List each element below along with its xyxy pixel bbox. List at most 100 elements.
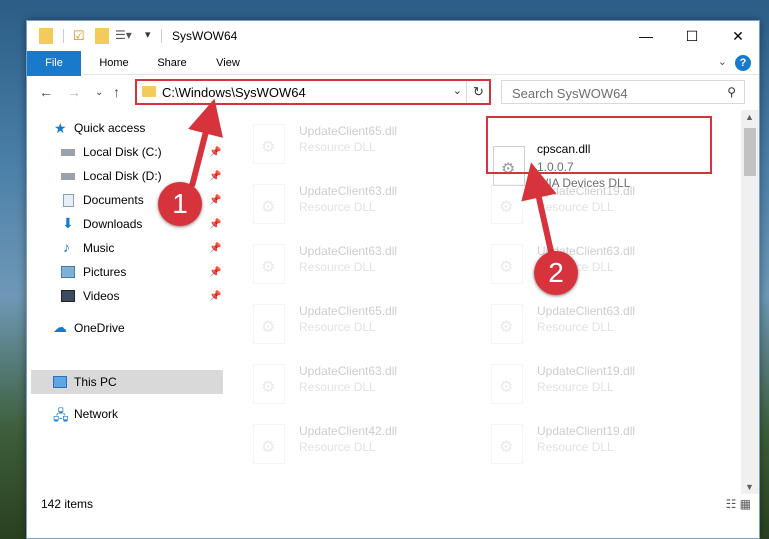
file-item[interactable]: UpdateClient63.dll Resource DLL	[461, 296, 691, 352]
customize-icon[interactable]: ☰▾	[115, 28, 132, 44]
separator	[161, 29, 162, 43]
file-name: UpdateClient63.dll	[299, 184, 398, 198]
sidebar-item-label: OneDrive	[74, 321, 125, 335]
file-item[interactable]: UpdateClient19.dll Resource DLL	[461, 176, 691, 232]
sidebar-item-this-pc[interactable]: This PC	[31, 370, 223, 394]
navigation-pane: ★ Quick access Local Disk (C:) 📌 Local D…	[27, 110, 223, 510]
file-description: Resource DLL	[299, 140, 376, 154]
file-highlight-box	[486, 116, 712, 174]
maximize-button[interactable]: ☐	[669, 21, 715, 51]
search-icon[interactable]: ⚲	[727, 85, 736, 99]
file-description: Resource DLL	[537, 320, 614, 334]
file-item[interactable]: UpdateClient65.dll Resource DLL	[223, 296, 453, 352]
address-highlight-box	[135, 79, 491, 105]
status-bar: 142 items ☷ ▦	[27, 494, 759, 538]
separator	[63, 29, 64, 43]
file-name: UpdateClient19.dll	[537, 424, 636, 438]
sidebar-item-music[interactable]: ♪ Music 📌	[27, 236, 223, 260]
search-box[interactable]: Search SysWOW64 ⚲	[501, 80, 745, 104]
tab-share[interactable]: Share	[149, 51, 195, 75]
sidebar-item-label: This PC	[74, 375, 117, 389]
drive-icon	[61, 149, 75, 156]
sidebar-item-onedrive[interactable]: ☁ OneDrive	[27, 316, 223, 340]
dll-file-icon	[491, 364, 523, 404]
pin-icon[interactable]: 📌	[209, 267, 221, 278]
sidebar-item-label: Downloads	[83, 217, 143, 231]
sidebar-item-videos[interactable]: Videos 📌	[27, 284, 223, 308]
star-icon: ★	[54, 120, 67, 136]
sidebar-item-label: Videos	[83, 289, 120, 303]
file-description: Resource DLL	[299, 380, 376, 394]
document-icon	[63, 194, 74, 207]
item-count: 142 items	[41, 497, 94, 511]
network-icon: 🖧	[53, 407, 69, 423]
dll-file-icon	[491, 244, 523, 284]
step-marker-2: 2	[534, 251, 578, 295]
file-description: Resource DLL	[537, 200, 614, 214]
sidebar-item-local-disk-d[interactable]: Local Disk (D:) 📌	[27, 164, 223, 188]
forward-arrow-icon[interactable]: →	[67, 84, 81, 100]
drive-icon	[61, 173, 75, 180]
view-mode-icons[interactable]: ☷ ▦	[726, 497, 751, 511]
recent-locations-icon[interactable]: ⌄	[95, 87, 103, 98]
search-input[interactable]: Search SysWOW64	[512, 86, 628, 101]
sidebar-item-local-disk-c[interactable]: Local Disk (C:) 📌	[27, 140, 223, 164]
scroll-down-icon[interactable]: ▼	[745, 482, 754, 492]
properties-icon[interactable]: ☑	[73, 28, 85, 44]
sidebar-item-label: Network	[74, 407, 119, 421]
file-name: UpdateClient63.dll	[299, 244, 398, 258]
pin-icon[interactable]: 📌	[209, 243, 221, 254]
title-bar: ☑ ☰▾ ▾ SysWOW64 — ☐ ✕	[27, 21, 759, 51]
scroll-up-icon[interactable]: ▲	[745, 112, 754, 122]
sidebar-item-label: Local Disk (C:)	[83, 145, 162, 159]
file-description: Resource DLL	[299, 440, 376, 454]
minimize-button[interactable]: —	[623, 21, 669, 51]
picture-icon	[61, 266, 75, 278]
pin-icon[interactable]: 📌	[209, 147, 221, 158]
sidebar-item-label: Quick access	[74, 121, 146, 135]
file-description: Resource DLL	[299, 320, 376, 334]
computer-icon	[53, 376, 67, 388]
dll-file-icon	[491, 304, 523, 344]
dll-file-icon	[253, 364, 285, 404]
file-name: UpdateClient63.dll	[299, 364, 398, 378]
scrollbar-thumb[interactable]	[744, 128, 756, 176]
dropdown-icon[interactable]: ▾	[145, 28, 151, 44]
sidebar-item-pictures[interactable]: Pictures 📌	[27, 260, 223, 284]
file-name: UpdateClient42.dll	[299, 424, 398, 438]
tab-view[interactable]: View	[205, 51, 251, 75]
dll-file-icon	[491, 424, 523, 464]
sidebar-item-label: Documents	[83, 193, 144, 207]
file-item[interactable]: UpdateClient63.dll Resource DLL	[223, 356, 453, 412]
new-folder-icon[interactable]	[95, 28, 109, 44]
chevron-down-icon[interactable]: ⌄	[718, 55, 727, 68]
up-arrow-icon[interactable]: ↑	[113, 84, 120, 100]
sidebar-item-network[interactable]: 🖧 Network	[27, 402, 223, 426]
window-title: SysWOW64	[172, 29, 238, 43]
file-item[interactable]: UpdateClient65.dll Resource DLL	[223, 116, 453, 172]
file-item[interactable]: UpdateClient63.dll Resource DLL	[223, 176, 453, 232]
pin-icon[interactable]: 📌	[209, 171, 221, 182]
music-icon: ♪	[63, 239, 70, 255]
file-item[interactable]: UpdateClient19.dll Resource DLL	[461, 356, 691, 412]
sidebar-item-quick-access[interactable]: ★ Quick access	[27, 116, 223, 140]
file-item[interactable]: UpdateClient42.dll Resource DLL	[223, 416, 453, 472]
ribbon: File Home Share View ⌄ ?	[27, 51, 759, 107]
pin-icon[interactable]: 📌	[209, 291, 221, 302]
folder-icon	[39, 28, 53, 44]
file-item[interactable]: UpdateClient63.dll Resource DLL	[223, 236, 453, 292]
back-arrow-icon[interactable]: ←	[39, 84, 53, 100]
sidebar-item-label: Local Disk (D:)	[83, 169, 162, 183]
vertical-scrollbar[interactable]: ▲ ▼	[741, 110, 759, 494]
close-button[interactable]: ✕	[715, 21, 761, 51]
pin-icon[interactable]: 📌	[209, 219, 221, 230]
file-description: Resource DLL	[537, 380, 614, 394]
video-icon	[61, 290, 75, 302]
dll-file-icon	[253, 124, 285, 164]
file-name: UpdateClient63.dll	[537, 304, 636, 318]
download-icon: ⬇	[62, 215, 74, 231]
pin-icon[interactable]: 📌	[209, 195, 221, 206]
tab-home[interactable]: Home	[91, 51, 137, 75]
file-item[interactable]: UpdateClient19.dll Resource DLL	[461, 416, 691, 472]
help-icon[interactable]: ?	[735, 55, 751, 71]
